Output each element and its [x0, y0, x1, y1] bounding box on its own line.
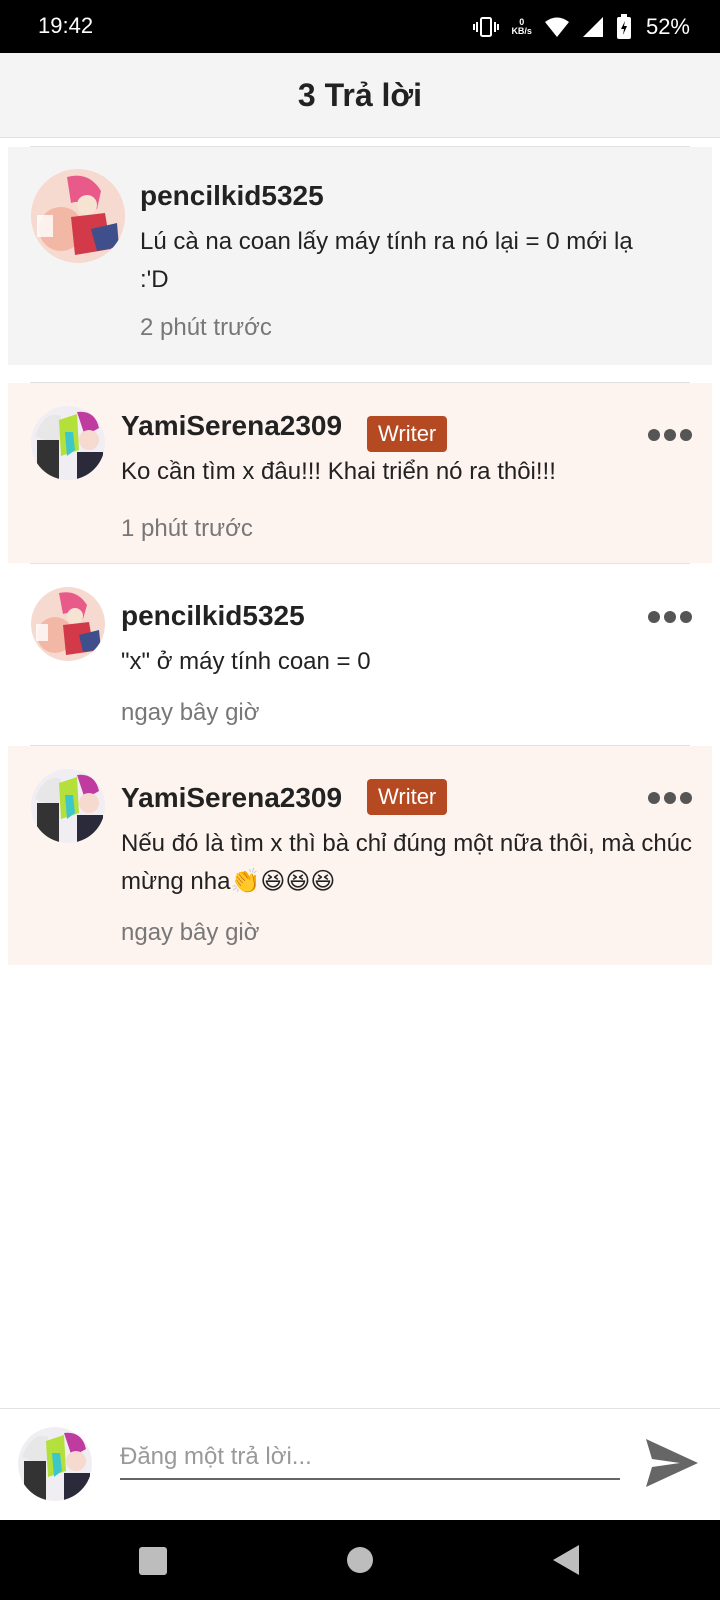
- recents-button[interactable]: [138, 1546, 168, 1576]
- more-options-icon[interactable]: [648, 428, 692, 442]
- status-bar: 19:42 0 KB/s 52%: [0, 0, 720, 53]
- avatar[interactable]: [31, 169, 125, 263]
- reply-comment: YamiSerena2309 Writer Nếu đó là tìm x th…: [8, 746, 712, 965]
- reply-comment: pencilkid5325 "x" ở máy tính coan = 0 ng…: [8, 564, 712, 746]
- back-button[interactable]: [552, 1544, 580, 1576]
- current-user-avatar: [18, 1427, 92, 1501]
- avatar[interactable]: [31, 769, 105, 843]
- comment-text: Ko cần tìm x đâu!!! Khai triển nó ra thô…: [121, 458, 556, 485]
- comment-username[interactable]: YamiSerena2309: [121, 410, 342, 442]
- reply-input[interactable]: [120, 1436, 620, 1480]
- comment-time: ngay bây giờ: [121, 699, 260, 726]
- page-title: 3 Trả lời: [297, 77, 423, 113]
- avatar[interactable]: [31, 587, 105, 661]
- parent-comment: pencilkid5325 Lú cà na coan lấy máy tính…: [8, 147, 712, 365]
- send-icon[interactable]: [644, 1437, 700, 1489]
- status-time: 19:42: [38, 13, 94, 38]
- net-speed: 0 KB/s: [511, 17, 532, 36]
- battery-percent: 52%: [645, 13, 690, 39]
- signal-icon: [582, 16, 603, 37]
- more-options-icon[interactable]: [648, 610, 692, 624]
- comment-time: 1 phút trước: [121, 515, 253, 542]
- comment-username[interactable]: pencilkid5325: [140, 180, 324, 212]
- net-speed-unit: KB/s: [511, 25, 532, 36]
- comment-text: Nếu đó là tìm x thì bà chỉ đúng một nữa …: [121, 830, 693, 895]
- battery-icon: [616, 13, 631, 39]
- reply-composer: [0, 1408, 720, 1520]
- comment-time: 2 phút trước: [140, 314, 272, 341]
- wifi-icon: [544, 17, 569, 37]
- comment-time: ngay bây giờ: [121, 919, 260, 946]
- status-icons: 0 KB/s 52%: [473, 0, 720, 53]
- reply-comment: YamiSerena2309 Writer Ko cần tìm x đâu!!…: [8, 383, 712, 563]
- comment-username[interactable]: pencilkid5325: [121, 600, 305, 632]
- home-button[interactable]: [346, 1546, 374, 1574]
- header: 3 Trả lời: [0, 53, 720, 138]
- vibrate-icon: [473, 16, 500, 37]
- comment-username[interactable]: YamiSerena2309: [121, 782, 342, 814]
- system-nav-bar: [0, 1520, 720, 1600]
- writer-badge: Writer: [367, 779, 448, 815]
- more-options-icon[interactable]: [648, 791, 692, 805]
- comment-text: Lú cà na coan lấy máy tính ra nó lại = 0…: [140, 228, 633, 293]
- writer-badge: Writer: [367, 416, 448, 452]
- avatar[interactable]: [31, 406, 105, 480]
- comment-text: "x" ở máy tính coan = 0: [121, 648, 371, 675]
